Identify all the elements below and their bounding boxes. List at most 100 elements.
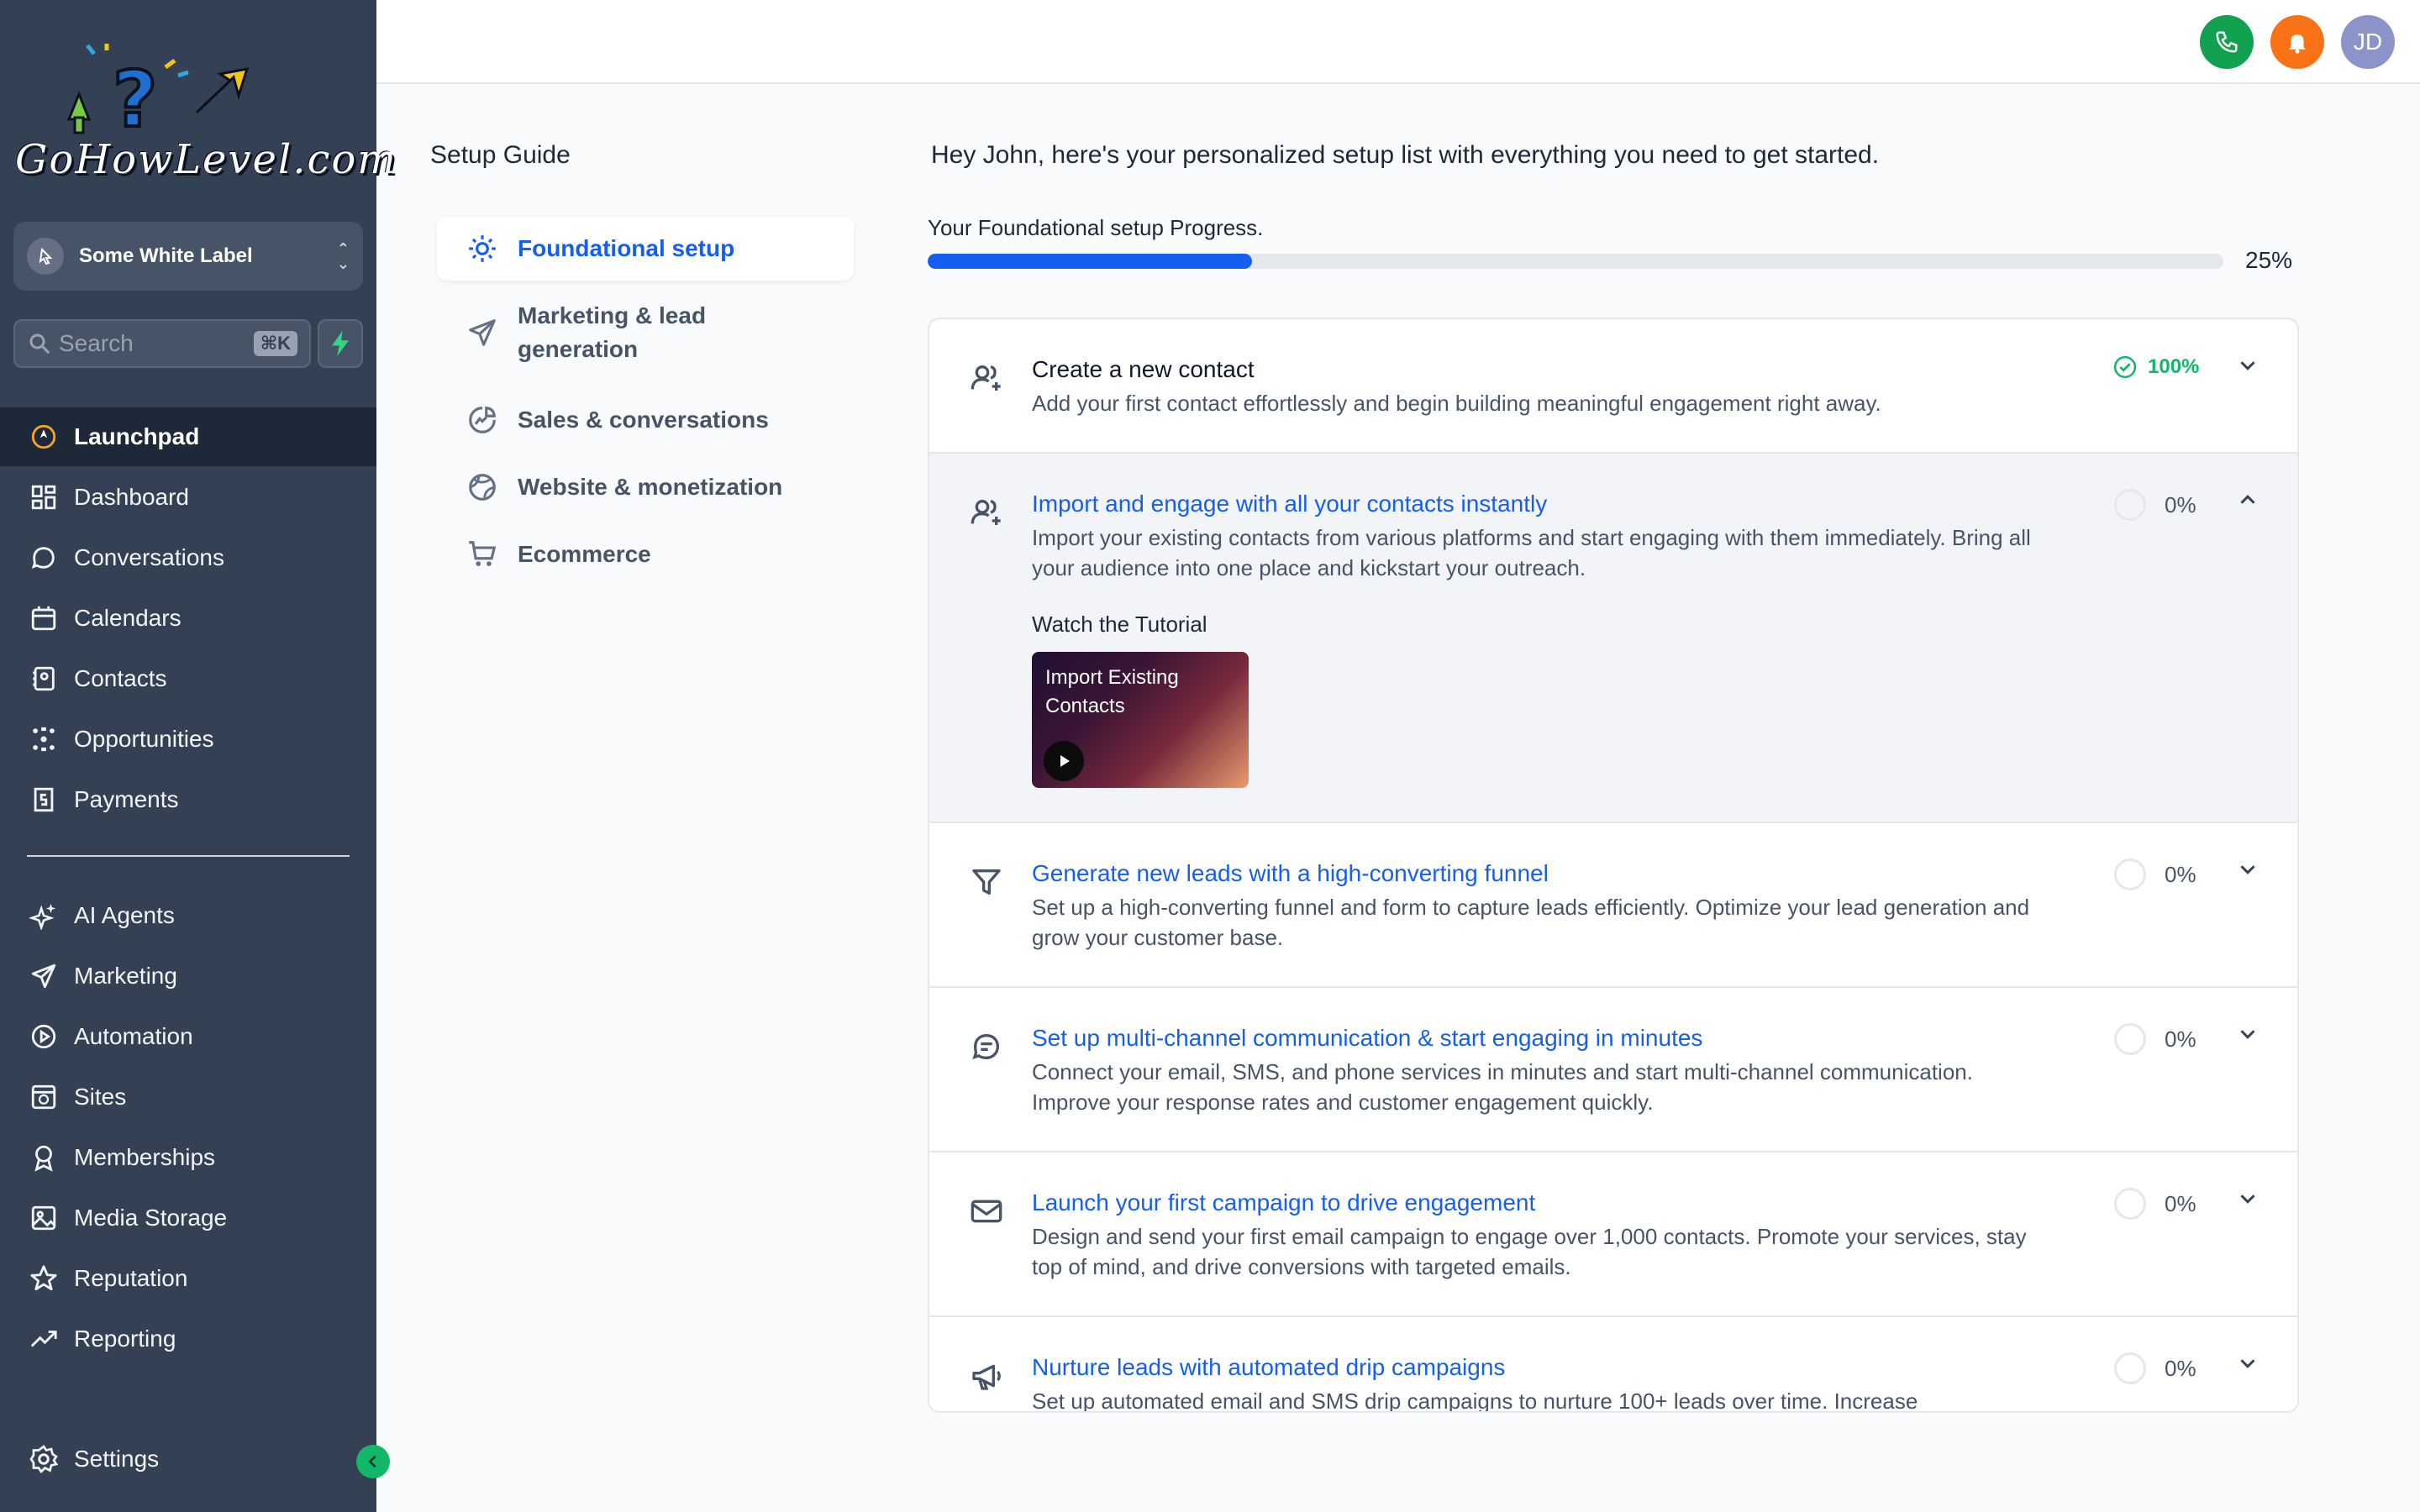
contacts-icon bbox=[27, 662, 60, 696]
chevron-down-icon[interactable] bbox=[2235, 1021, 2260, 1047]
chat-icon bbox=[966, 1026, 1007, 1067]
sidebar-item-media-storage[interactable]: Media Storage bbox=[0, 1189, 376, 1247]
chevron-down-icon[interactable] bbox=[2235, 857, 2260, 882]
send-icon bbox=[27, 959, 60, 993]
task-title[interactable]: Launch your first campaign to drive enga… bbox=[1032, 1189, 1535, 1216]
task-description: Design and send your first email campaig… bbox=[1032, 1224, 2027, 1279]
sidebar-item-automation[interactable]: Automation bbox=[0, 1007, 376, 1066]
sidebar-item-marketing[interactable]: Marketing bbox=[0, 947, 376, 1005]
task-status: 0% bbox=[2114, 489, 2196, 521]
trend-icon bbox=[27, 1322, 60, 1356]
task-row[interactable]: Set up multi-channel communication & sta… bbox=[929, 988, 2297, 1152]
sidebar-item-label: Reporting bbox=[74, 1326, 176, 1352]
sidebar-item-label: Media Storage bbox=[74, 1205, 228, 1231]
task-row[interactable]: Create a new contact Add your first conta… bbox=[929, 319, 2297, 454]
dashboard-icon bbox=[27, 480, 60, 514]
task-row[interactable]: Nurture leads with automated drip campai… bbox=[929, 1317, 2297, 1411]
guide-item-marketing-lead-generation[interactable]: Marketing & lead generation bbox=[437, 292, 854, 373]
sidebar-item-payments[interactable]: Payments bbox=[0, 770, 376, 829]
guide-item-label: Ecommerce bbox=[518, 541, 651, 567]
task-status: 0% bbox=[2114, 1188, 2196, 1220]
sidebar-item-conversations[interactable]: Conversations bbox=[0, 528, 376, 587]
cursor-click-icon bbox=[27, 238, 64, 275]
sidebar-item-reporting[interactable]: Reporting bbox=[0, 1310, 376, 1368]
phone-icon bbox=[2216, 31, 2238, 53]
user-avatar[interactable]: JD bbox=[2341, 15, 2395, 69]
task-title[interactable]: Generate new leads with a high-convertin… bbox=[1032, 860, 1549, 887]
guide-item-label: Website & monetization bbox=[518, 474, 783, 500]
progress-ring-icon bbox=[2114, 489, 2146, 521]
guide-item-foundational-setup[interactable]: Foundational setup bbox=[437, 217, 854, 281]
progress-ring-icon bbox=[2114, 858, 2146, 890]
search-icon bbox=[29, 333, 50, 354]
sidebar-item-label: Dashboard bbox=[74, 484, 189, 510]
sidebar-item-label: AI Agents bbox=[74, 902, 175, 928]
account-switcher[interactable]: Some White Label ⌃ ⌄ bbox=[13, 222, 363, 291]
automation-icon bbox=[27, 1020, 60, 1053]
sidebar-item-reputation[interactable]: Reputation bbox=[0, 1249, 376, 1308]
guide-item-label: Marketing & lead generation bbox=[518, 302, 707, 362]
sidebar: ? GoHowLevel.com Some White Label ⌃ ⌄ Sea… bbox=[0, 0, 396, 1512]
task-title[interactable]: Import and engage with all your contacts… bbox=[1032, 491, 1547, 517]
quick-actions-button[interactable] bbox=[318, 319, 363, 368]
sparkle-icon bbox=[27, 899, 60, 932]
user-plus-icon bbox=[966, 492, 1007, 533]
check-circle-icon bbox=[2112, 354, 2138, 380]
sidebar-item-contacts[interactable]: Contacts bbox=[0, 649, 376, 708]
sidebar-item-label: Launchpad bbox=[74, 423, 200, 449]
funnel-icon bbox=[966, 862, 1007, 902]
sidebar-item-sites[interactable]: Sites bbox=[0, 1068, 376, 1126]
task-percent: 0% bbox=[2165, 1355, 2196, 1381]
progress-fill bbox=[928, 254, 1252, 269]
chart-pie-icon bbox=[464, 402, 501, 438]
chevron-down-icon[interactable] bbox=[2235, 353, 2260, 378]
task-description: Set up a high-converting funnel and form… bbox=[1032, 895, 2030, 950]
task-description: Import your existing contacts from vario… bbox=[1032, 525, 2031, 580]
megaphone-icon bbox=[966, 1356, 1007, 1396]
task-status: 100% bbox=[2112, 354, 2199, 380]
notifications-button[interactable] bbox=[2270, 15, 2324, 69]
tutorial-video-thumbnail[interactable]: Import Existing Contacts bbox=[1032, 652, 1249, 788]
progress-label: Your Foundational setup Progress. bbox=[928, 215, 1264, 240]
sidebar-item-launchpad[interactable]: Launchpad bbox=[0, 407, 376, 466]
phone-button[interactable] bbox=[2200, 15, 2254, 69]
task-row[interactable]: Generate new leads with a high-convertin… bbox=[929, 823, 2297, 988]
task-description: Connect your email, SMS, and phone servi… bbox=[1032, 1059, 1973, 1115]
task-title[interactable]: Set up multi-channel communication & sta… bbox=[1032, 1025, 1702, 1052]
sidebar-item-calendars[interactable]: Calendars bbox=[0, 589, 376, 648]
payments-icon bbox=[27, 783, 60, 816]
logo-text: GoHowLevel.com bbox=[15, 136, 397, 183]
guide-item-label: Foundational setup bbox=[518, 235, 735, 261]
progress-ring-icon bbox=[2114, 1352, 2146, 1384]
task-title[interactable]: Nurture leads with automated drip campai… bbox=[1032, 1354, 1505, 1381]
sidebar-item-memberships[interactable]: Memberships bbox=[0, 1128, 376, 1187]
sidebar-item-settings[interactable]: Settings bbox=[0, 1430, 376, 1488]
avatar-initials: JD bbox=[2353, 29, 2383, 55]
logo-graphic-icon: ? bbox=[66, 44, 250, 146]
task-row[interactable]: Import and engage with all your contacts… bbox=[929, 454, 2297, 823]
setup-guide-title: Setup Guide bbox=[430, 141, 571, 169]
task-row[interactable]: Launch your first campaign to drive enga… bbox=[929, 1152, 2297, 1317]
task-status: 0% bbox=[2114, 858, 2196, 890]
task-percent: 0% bbox=[2165, 491, 2196, 517]
sidebar-item-ai-agents[interactable]: AI Agents bbox=[0, 886, 376, 945]
chevron-down-icon[interactable] bbox=[2235, 1186, 2260, 1211]
guide-item-website-monetization[interactable]: Website & monetization bbox=[437, 455, 854, 519]
task-title[interactable]: Create a new contact bbox=[1032, 356, 1255, 383]
sidebar-item-label: Settings bbox=[74, 1446, 160, 1472]
chevron-down-icon[interactable] bbox=[2235, 1351, 2260, 1376]
chevron-up-icon[interactable] bbox=[2235, 487, 2260, 512]
sidebar-item-opportunities[interactable]: Opportunities bbox=[0, 710, 376, 769]
task-percent: 0% bbox=[2165, 1190, 2196, 1216]
guide-item-ecommerce[interactable]: Ecommerce bbox=[437, 522, 854, 586]
guide-item-sales-conversations[interactable]: Sales & conversations bbox=[437, 388, 854, 452]
sidebar-item-label: Opportunities bbox=[74, 726, 214, 752]
task-percent: 0% bbox=[2165, 1026, 2196, 1052]
play-icon[interactable] bbox=[1044, 741, 1084, 781]
search-box[interactable]: Search ⌘K bbox=[13, 319, 311, 368]
sidebar-item-dashboard[interactable]: Dashboard bbox=[0, 468, 376, 527]
task-description: Add your first contact effortlessly and … bbox=[1032, 391, 1881, 416]
sidebar-collapse-button[interactable] bbox=[356, 1445, 390, 1478]
company-logo[interactable]: ? GoHowLevel.com bbox=[10, 44, 396, 186]
svg-text:?: ? bbox=[113, 55, 157, 136]
